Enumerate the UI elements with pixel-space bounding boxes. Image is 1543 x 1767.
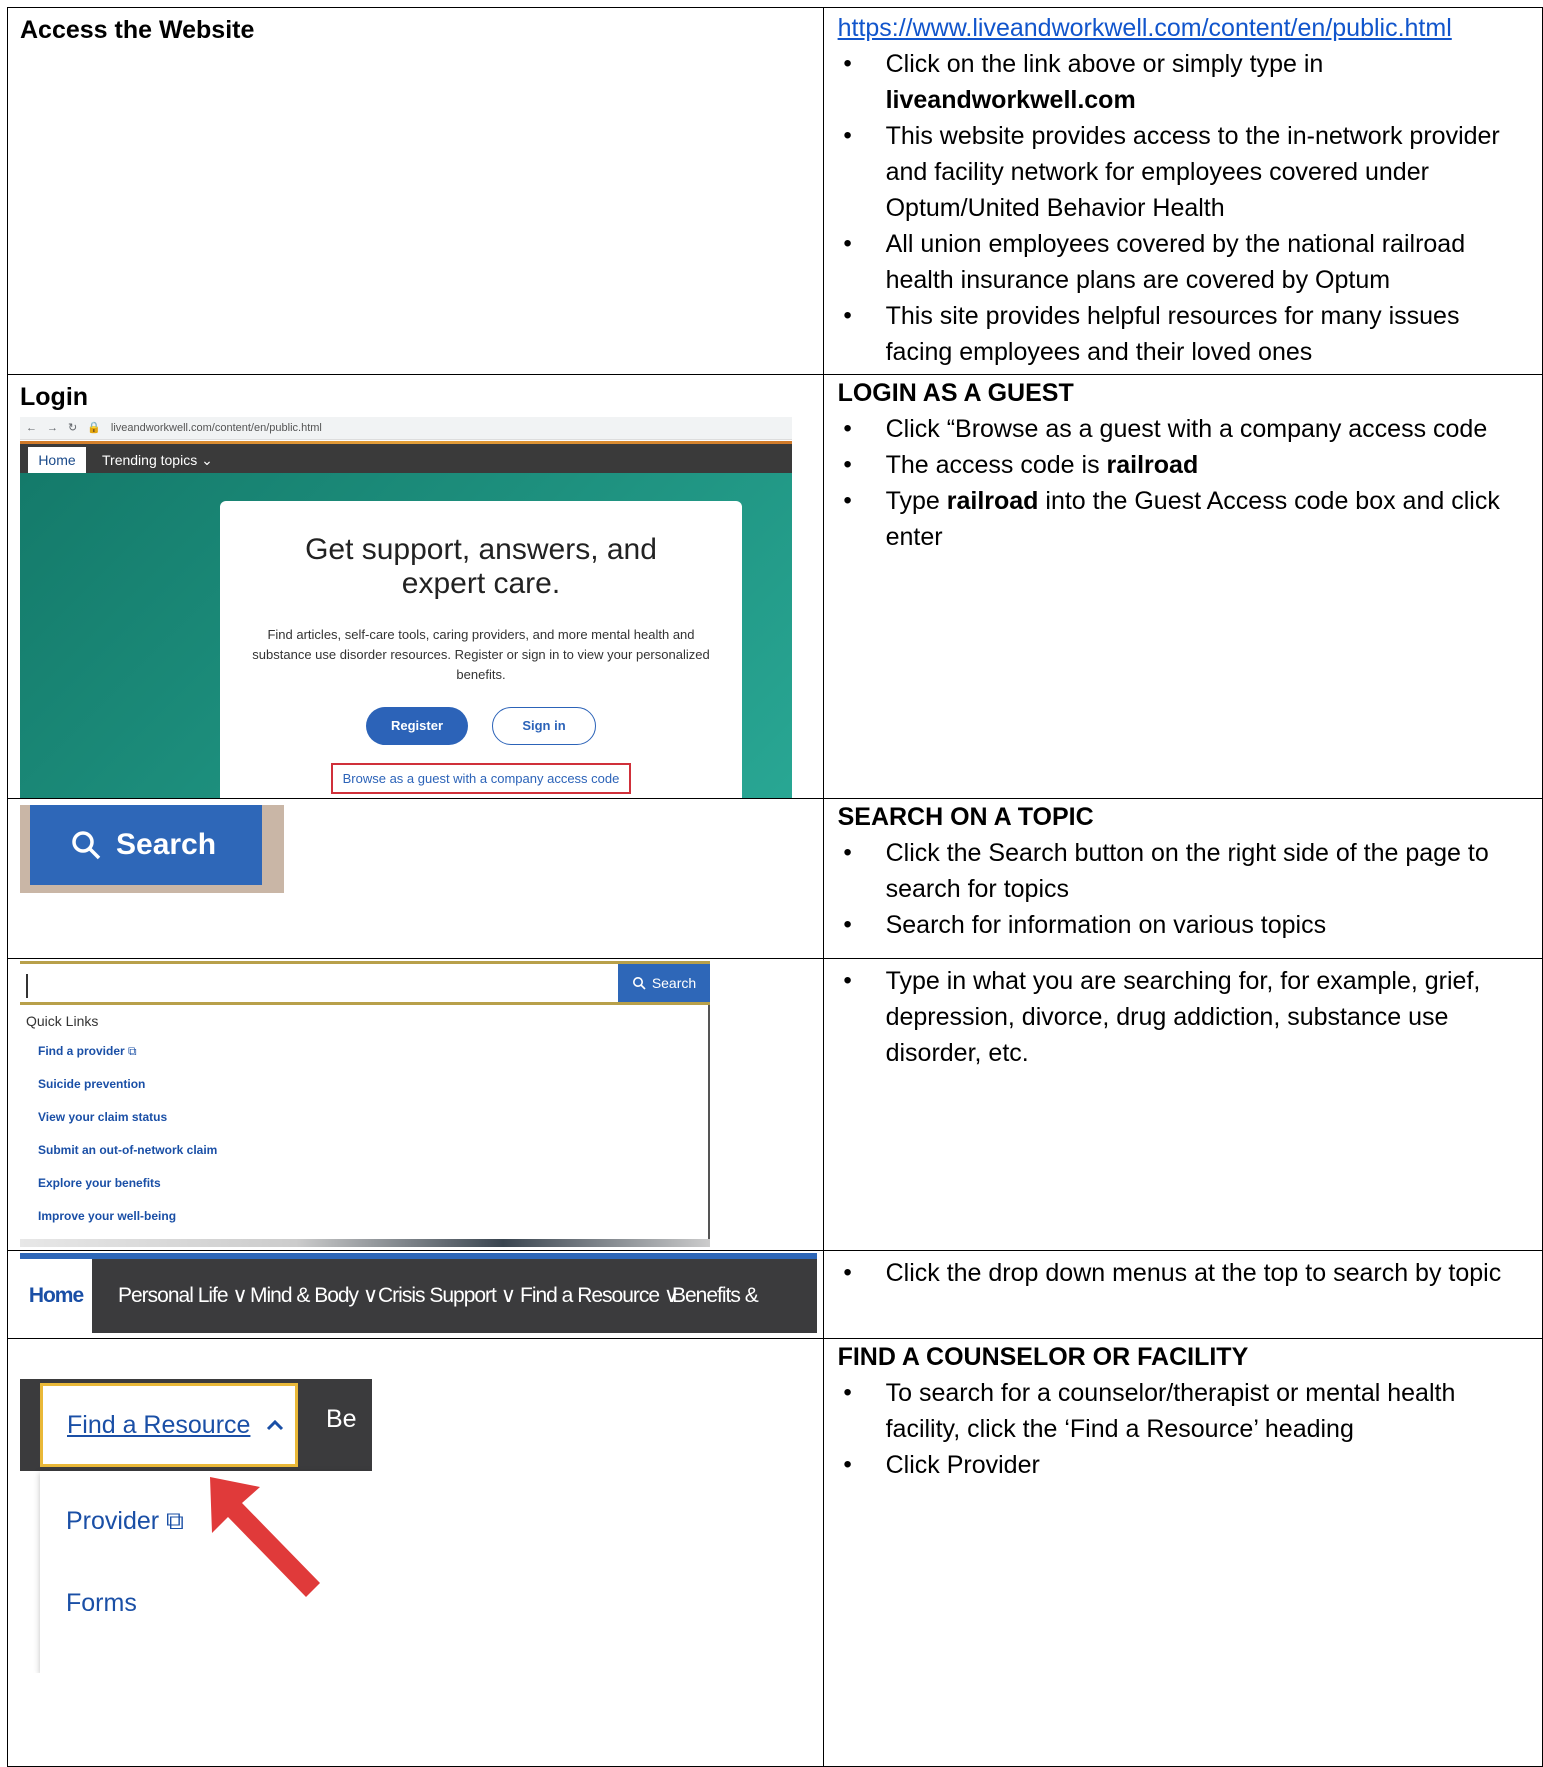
search-icon bbox=[632, 977, 646, 990]
cell-login-left: Login ← → ↻ 🔒 liveandworkwell.com/conten… bbox=[7, 374, 824, 799]
bullet-item: Type railroad into the Guest Access code… bbox=[838, 483, 1530, 555]
bullet-item: Type in what you are searching for, for … bbox=[838, 963, 1530, 1071]
hero-banner: Get support, answers, and expert care. F… bbox=[20, 473, 792, 798]
nav-crisis-support[interactable]: Crisis Support ∨ bbox=[378, 1259, 516, 1333]
row-login: Login ← → ↻ 🔒 liveandworkwell.com/conten… bbox=[7, 374, 1543, 799]
row-search: Search SEARCH ON A TOPIC Click the Searc… bbox=[7, 798, 1543, 959]
bullet-item: The access code is railroad bbox=[838, 447, 1530, 483]
cell-dropdown-left: Search Quick Links Find a provider ⧉ Sui… bbox=[7, 958, 824, 1251]
nav-home[interactable]: Home bbox=[20, 1259, 92, 1333]
browser-url-bar[interactable]: ← → ↻ 🔒 liveandworkwell.com/content/en/p… bbox=[20, 417, 792, 440]
bullet-item: To search for a counselor/therapist or m… bbox=[838, 1375, 1530, 1447]
menu-item-forms[interactable]: Forms bbox=[66, 1589, 137, 1618]
bullet-item: This website provides access to the in-n… bbox=[838, 118, 1530, 226]
site-nav: Home Trending topics ⌄ bbox=[20, 441, 792, 473]
red-arrow-icon bbox=[210, 1477, 320, 1597]
find-resource-button[interactable]: Find a Resource bbox=[40, 1383, 298, 1467]
back-icon[interactable]: ← bbox=[26, 417, 37, 439]
row-nav-menus: Home Personal Life ∨ Mind & Body ∨ Crisi… bbox=[7, 1250, 1543, 1339]
chevron-down-icon: ⌄ bbox=[201, 452, 213, 468]
quick-links-menu: Quick Links Find a provider ⧉ Suicide pr… bbox=[20, 1005, 710, 1247]
search-button-screenshot: Search bbox=[20, 805, 284, 893]
quick-link-suicide-prevention[interactable]: Suicide prevention bbox=[38, 1068, 708, 1101]
quick-link-well-being[interactable]: Improve your well-being bbox=[38, 1200, 708, 1233]
search-icon bbox=[72, 831, 101, 860]
find-resource-screenshot: Find a Resource Be Provider ⧉ Forms bbox=[20, 1379, 372, 1673]
login-screenshot: ← → ↻ 🔒 liveandworkwell.com/content/en/p… bbox=[20, 417, 792, 798]
nav-next-item[interactable]: Be bbox=[326, 1405, 357, 1434]
cell-search-left: Search bbox=[7, 798, 824, 959]
login-bullets: Click “Browse as a guest with a company … bbox=[838, 411, 1530, 555]
nav-bullets: Click the drop down menus at the top to … bbox=[838, 1255, 1530, 1291]
heading-login: Login bbox=[20, 383, 89, 411]
quick-links-title: Quick Links bbox=[26, 1013, 99, 1029]
quick-link-explore-benefits[interactable]: Explore your benefits bbox=[38, 1167, 708, 1200]
chevron-down-icon: ∨ bbox=[232, 1284, 247, 1307]
cell-search-right: SEARCH ON A TOPIC Click the Search butto… bbox=[822, 798, 1543, 959]
website-link[interactable]: https://www.liveandworkwell.com/content/… bbox=[838, 14, 1452, 42]
find-bullets: To search for a counselor/therapist or m… bbox=[838, 1375, 1530, 1483]
search-bullets: Click the Search button on the right sid… bbox=[838, 835, 1530, 943]
chevron-up-icon bbox=[267, 1419, 284, 1431]
heading-access-website: Access the Website bbox=[20, 16, 255, 44]
search-input[interactable]: Search bbox=[20, 961, 710, 1005]
quick-link-claim-status[interactable]: View your claim status bbox=[38, 1101, 708, 1134]
bullet-item: This site provides helpful resources for… bbox=[838, 298, 1530, 370]
bullet-item: Click “Browse as a guest with a company … bbox=[838, 411, 1530, 447]
sign-in-button[interactable]: Sign in bbox=[492, 707, 596, 745]
cell-nav-left: Home Personal Life ∨ Mind & Body ∨ Crisi… bbox=[7, 1250, 824, 1339]
document-page: Access the Website https://www.liveandwo… bbox=[0, 0, 1543, 1767]
quick-link-find-provider[interactable]: Find a provider ⧉ bbox=[38, 1035, 708, 1068]
quick-link-out-of-network[interactable]: Submit an out-of-network claim bbox=[38, 1134, 708, 1167]
bullet-item: Click on the link above or simply type i… bbox=[838, 46, 1530, 118]
nav-mind-body[interactable]: Mind & Body ∨ bbox=[250, 1259, 378, 1333]
cell-find-right: FIND A COUNSELOR OR FACILITY To search f… bbox=[822, 1338, 1543, 1767]
nav-benefits-claims[interactable]: Benefits & Claims ∨ bbox=[672, 1259, 817, 1333]
dropdown-bullets: Type in what you are searching for, for … bbox=[838, 963, 1530, 1071]
lock-icon: 🔒 bbox=[87, 422, 101, 434]
cell-login-right: LOGIN AS A GUEST Click “Browse as a gues… bbox=[822, 374, 1543, 799]
nav-home[interactable]: Home bbox=[28, 447, 86, 473]
bullet-item: Click the Search button on the right sid… bbox=[838, 835, 1530, 907]
search-button[interactable]: Search bbox=[30, 805, 262, 885]
nav-trending-topics[interactable]: Trending topics ⌄ bbox=[102, 447, 213, 473]
search-submit-button[interactable]: Search bbox=[618, 964, 710, 1002]
chevron-down-icon: ∨ bbox=[362, 1284, 378, 1307]
row-find-counselor: Find a Resource Be Provider ⧉ Forms FIND… bbox=[7, 1338, 1543, 1767]
cell-access-left: Access the Website bbox=[7, 7, 824, 375]
guest-access-link[interactable]: Browse as a guest with a company access … bbox=[330, 763, 632, 794]
support-card: Get support, answers, and expert care. F… bbox=[220, 501, 742, 798]
row-access-website: Access the Website https://www.liveandwo… bbox=[7, 7, 1543, 375]
external-link-icon: ⧉ bbox=[128, 1044, 137, 1058]
card-body: Find articles, self-care tools, caring p… bbox=[252, 627, 710, 682]
nav-personal-life[interactable]: Personal Life ∨ bbox=[118, 1259, 248, 1333]
access-bullets: Click on the link above or simply type i… bbox=[838, 46, 1530, 370]
bullet-item: Click Provider bbox=[838, 1447, 1530, 1483]
register-button[interactable]: Register bbox=[366, 707, 468, 745]
cell-nav-right: Click the drop down menus at the top to … bbox=[822, 1250, 1543, 1339]
row-search-dropdown: Search Quick Links Find a provider ⧉ Sui… bbox=[7, 958, 1543, 1251]
heading-login-guest: LOGIN AS A GUEST bbox=[837, 379, 1074, 407]
url-text: liveandworkwell.com/content/en/public.ht… bbox=[110, 422, 322, 434]
nav-find-resource[interactable]: Find a Resource ∨ bbox=[520, 1259, 679, 1333]
nav-menu-screenshot: Home Personal Life ∨ Mind & Body ∨ Crisi… bbox=[20, 1253, 817, 1333]
chevron-down-icon: ∨ bbox=[500, 1284, 516, 1307]
instructions-table: Access the Website https://www.liveandwo… bbox=[7, 7, 1543, 1767]
heading-search-topic: SEARCH ON A TOPIC bbox=[837, 803, 1094, 831]
bullet-item: Click the drop down menus at the top to … bbox=[838, 1255, 1530, 1291]
forward-icon[interactable]: → bbox=[47, 417, 58, 439]
cell-dropdown-right: Type in what you are searching for, for … bbox=[822, 958, 1543, 1251]
bullet-item: Search for information on various topics bbox=[838, 907, 1530, 943]
heading-find-counselor: FIND A COUNSELOR OR FACILITY bbox=[837, 1343, 1249, 1371]
search-dropdown-screenshot: Search Quick Links Find a provider ⧉ Sui… bbox=[20, 961, 710, 1247]
menu-item-provider[interactable]: Provider ⧉ bbox=[66, 1507, 184, 1536]
card-title: Get support, answers, and expert care. bbox=[305, 533, 657, 600]
external-link-icon: ⧉ bbox=[166, 1507, 184, 1535]
cell-access-right: https://www.liveandworkwell.com/content/… bbox=[822, 7, 1543, 375]
reload-icon[interactable]: ↻ bbox=[68, 417, 77, 439]
bullet-item: All union employees covered by the natio… bbox=[838, 226, 1530, 298]
cell-find-left: Find a Resource Be Provider ⧉ Forms bbox=[7, 1338, 824, 1767]
